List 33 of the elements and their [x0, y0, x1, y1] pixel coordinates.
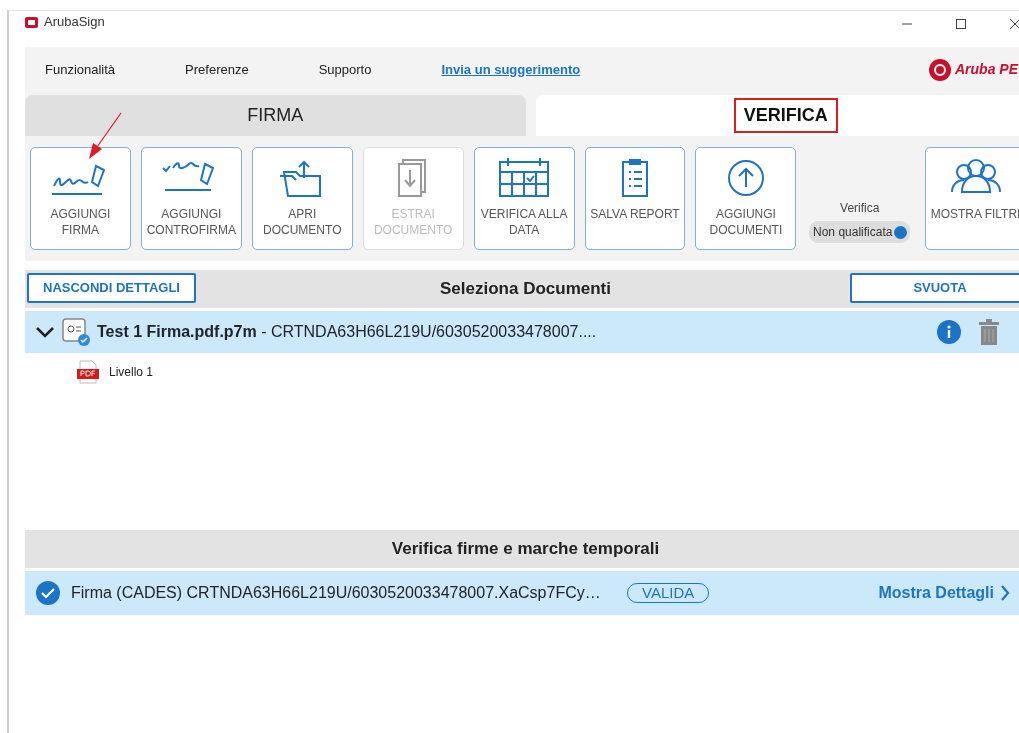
toolbar-button[interactable]: APRI DOCUMENTO	[251, 147, 353, 250]
menu-item[interactable]: Supporto	[318, 59, 372, 80]
chevron-right-icon	[1000, 584, 1010, 602]
menu-item[interactable]: Funzionalità	[45, 59, 116, 80]
toolbar-button[interactable]: AGGIUNGI FIRMA	[30, 147, 131, 250]
menu-item[interactable]: Preferenze	[185, 59, 249, 80]
suggestion-link[interactable]: Invia un suggerimento	[441, 59, 581, 80]
toggle-caption: Verifica	[840, 200, 880, 217]
pdf-file-icon	[77, 360, 99, 384]
toolbar-button[interactable]: SALVA REPORT	[584, 147, 686, 250]
brand-logo: Aruba PE	[928, 57, 1018, 82]
document-row[interactable]: Test 1 Firma.pdf.p7m - CRTNDA63H66L219U/6030520033478007....	[25, 311, 1019, 353]
filter-button[interactable]: MOSTRA FILTRI	[925, 147, 1019, 250]
signed-file-icon	[61, 317, 91, 347]
show-details-link[interactable]: Mostra Dettagli	[878, 581, 1010, 605]
tab[interactable]: VERIFICA	[535, 95, 1019, 136]
trash-icon[interactable]	[978, 319, 1000, 345]
section-title: Seleziona Documenti	[440, 278, 611, 301]
info-icon[interactable]	[936, 319, 962, 345]
clear-button[interactable]: SVUOTA	[850, 273, 1019, 303]
toolbar-button[interactable]: VERIFICA ALLA DATA	[473, 147, 575, 250]
document-name: Test 1 Firma.pdf.p7m - CRTNDA63H66L219U/6030520033478007....	[97, 322, 597, 342]
hide-details-button[interactable]: NASCONDI DETTAGLI	[27, 273, 196, 303]
expand-chevron-icon[interactable]	[35, 325, 55, 339]
toolbar-button[interactable]: AGGIUNGI CONTROFIRMA	[140, 147, 242, 250]
window-title: ArubaSign	[44, 13, 105, 32]
qualification-toggle[interactable]: Non qualificata	[809, 221, 911, 243]
tab[interactable]: FIRMA	[25, 95, 526, 136]
signature-text: Firma (CADES) CRTNDA63H66L219U/6030520033478007.XaCsp7FCy…	[71, 583, 602, 603]
level-label: Livello 1	[109, 364, 154, 381]
signature-row[interactable]: Firma (CADES) CRTNDA63H66L219U/6030520033478007.XaCsp7FCy… VALIDA Mostra Dettagli	[25, 571, 1019, 615]
toolbar-button[interactable]: AGGIUNGI DOCUMENTI	[695, 147, 797, 250]
section-title: Verifica firme e marche temporali	[391, 538, 660, 561]
